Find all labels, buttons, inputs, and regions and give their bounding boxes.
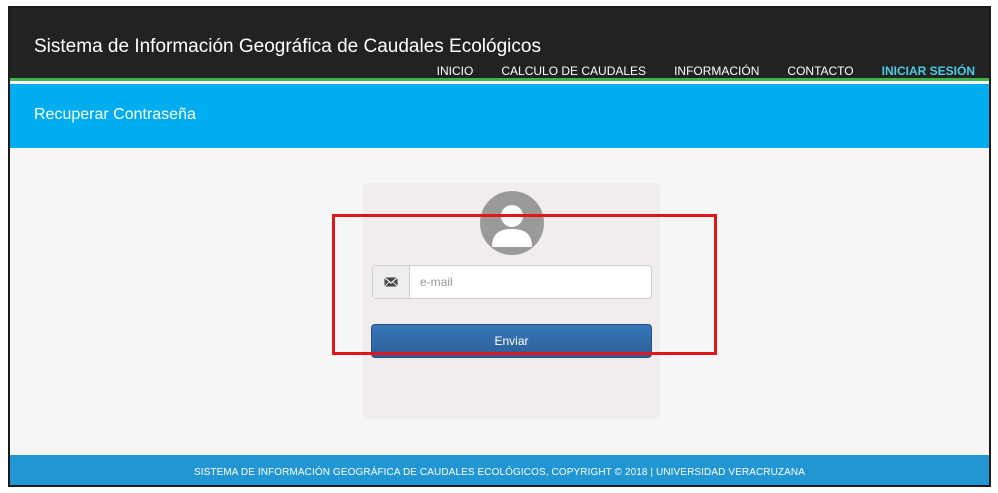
nav-contacto[interactable]: CONTACTO bbox=[787, 64, 853, 78]
send-button[interactable]: Enviar bbox=[371, 324, 652, 358]
site-title[interactable]: Sistema de Información Geográfica de Cau… bbox=[34, 36, 541, 58]
footer-text: SISTEMA DE INFORMACIÓN GEOGRÁFICA DE CAU… bbox=[193, 466, 805, 478]
main-nav: INICIO CALCULO DE CAUDALES INFORMACIÓN C… bbox=[409, 64, 975, 78]
browser-frame: Sistema de Información Geográfica de Cau… bbox=[8, 6, 991, 487]
envelope-icon bbox=[373, 266, 410, 298]
page-title: Recuperar Contraseña bbox=[34, 106, 196, 123]
nav-informacion[interactable]: INFORMACIÓN bbox=[674, 64, 759, 78]
recover-password-card: Enviar bbox=[363, 183, 660, 419]
nav-inicio[interactable]: INICIO bbox=[437, 64, 474, 78]
user-icon bbox=[480, 191, 544, 255]
email-input[interactable] bbox=[410, 266, 651, 298]
email-input-group bbox=[372, 265, 652, 299]
nav-iniciar-sesion[interactable]: INICIAR SESIÓN bbox=[882, 64, 975, 78]
page-heading-band: Recuperar Contraseña bbox=[10, 84, 989, 148]
top-navbar: Sistema de Información Geográfica de Cau… bbox=[10, 8, 989, 81]
footer: SISTEMA DE INFORMACIÓN GEOGRÁFICA DE CAU… bbox=[10, 455, 989, 485]
nav-calculo-de-caudales[interactable]: CALCULO DE CAUDALES bbox=[501, 64, 646, 78]
